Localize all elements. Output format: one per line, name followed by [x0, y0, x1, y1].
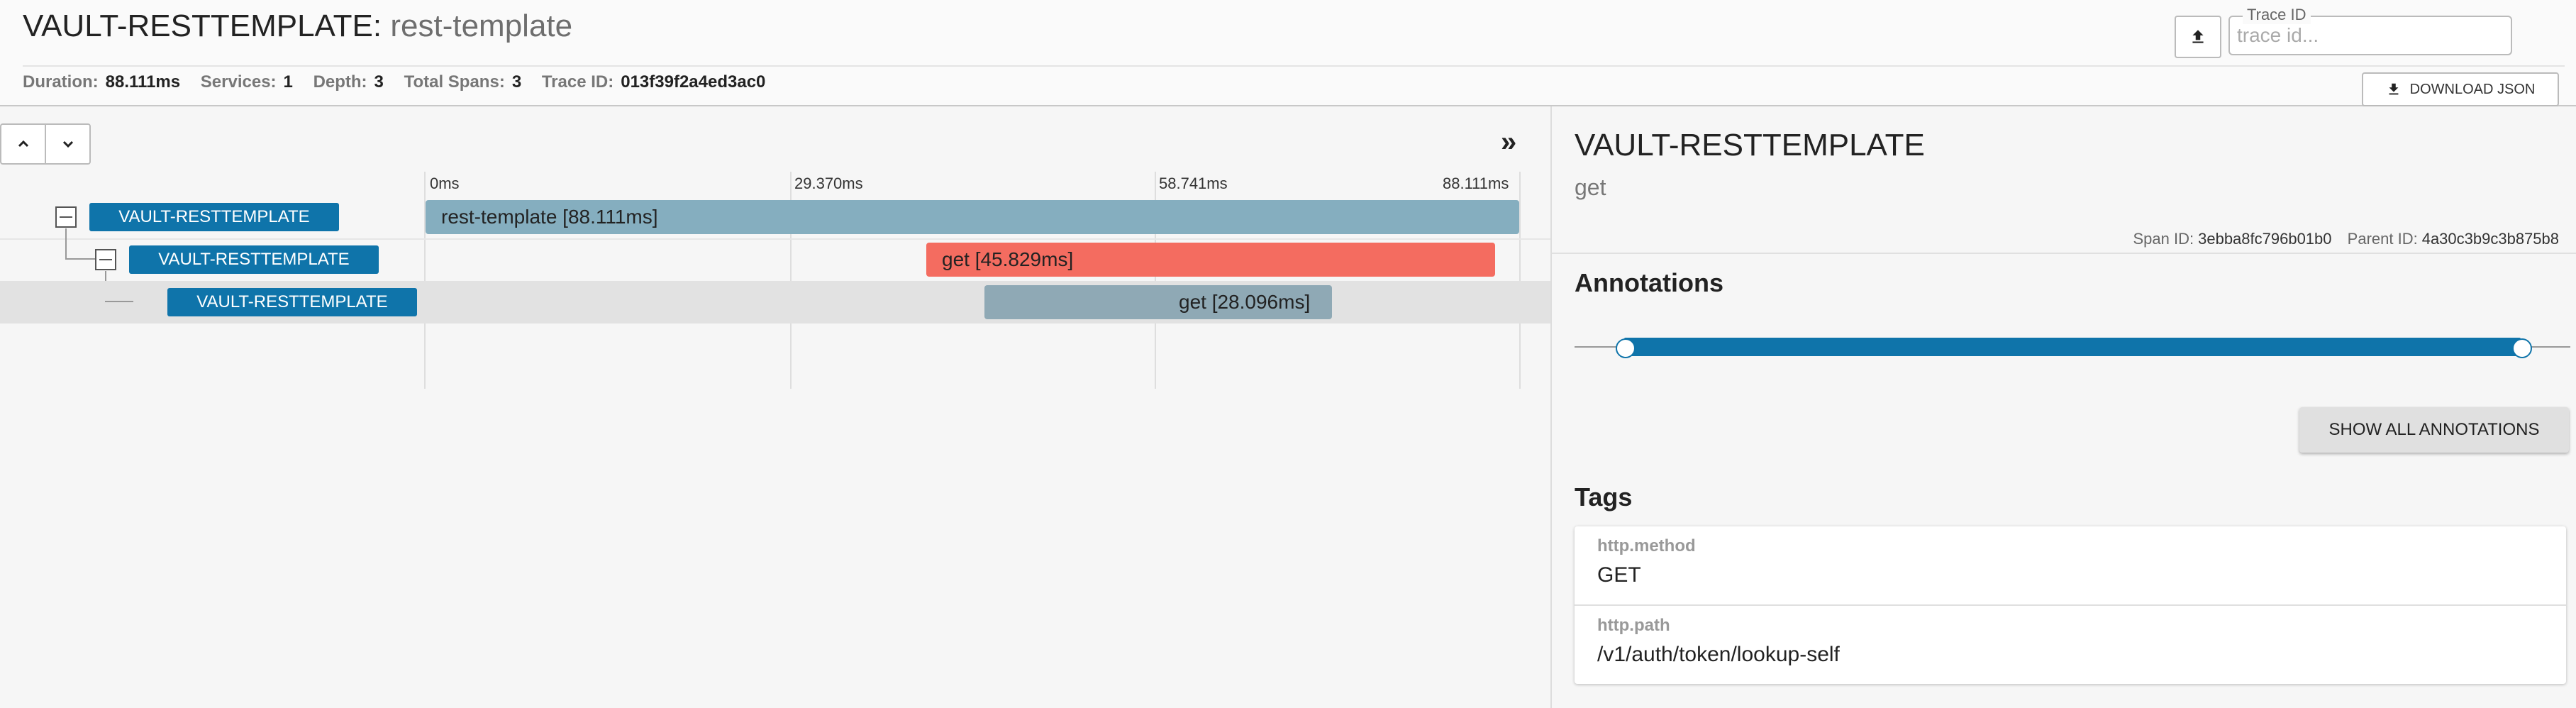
tag-key: http.path	[1597, 616, 1670, 635]
collapse-toggle[interactable]	[95, 249, 116, 270]
trace-stats: Duration: 88.111ms Services: 1 Depth: 3 Tot…	[23, 72, 781, 92]
tags-heading: Tags	[1575, 482, 1633, 511]
tree-connector	[65, 258, 95, 260]
span-id-value: 3ebba8fc796b01b0	[2198, 230, 2332, 248]
detail-divider	[1552, 253, 2576, 254]
tag-value: GET	[1597, 563, 1641, 587]
service-badge: VAULT-RESTTEMPLATE	[129, 245, 379, 274]
expand-panel-button[interactable]: »	[1501, 128, 1516, 156]
timeline-pane: » 0ms 29.370ms 58.741ms 88.111ms VAULT-R…	[0, 106, 1550, 708]
tag-row: http.path /v1/auth/token/lookup-self	[1575, 604, 2566, 684]
span-row[interactable]: VAULT-RESTTEMPLATE get [45.829ms]	[0, 238, 1550, 299]
collapse-toggle[interactable]	[55, 206, 77, 228]
upload-button[interactable]	[2175, 16, 2221, 58]
duration-label: Duration:	[23, 72, 99, 92]
previous-span-button[interactable]	[1, 125, 45, 163]
double-chevron-right-icon: »	[1501, 126, 1517, 157]
annotation-slider-end-handle[interactable]	[2512, 338, 2532, 358]
download-json-label: DOWNLOAD JSON	[2409, 81, 2536, 97]
tag-key: http.method	[1597, 536, 1696, 555]
tick-label: 88.111ms	[1443, 175, 1509, 192]
annotations-heading: Annotations	[1575, 268, 1723, 297]
tag-value: /v1/auth/token/lookup-self	[1597, 643, 1840, 666]
depth-value: 3	[374, 72, 384, 92]
next-span-button[interactable]	[45, 125, 89, 163]
span-nav-buttons	[0, 123, 91, 165]
annotation-slider-start-handle[interactable]	[1616, 338, 1636, 358]
span-bar[interactable]: rest-template [88.111ms]	[426, 200, 1519, 234]
tick-label: 29.370ms	[794, 175, 863, 192]
title-span-name: rest-template	[390, 9, 573, 43]
span-row[interactable]: VAULT-RESTTEMPLATE get [28.096ms]	[0, 281, 1550, 323]
tag-row: http.method GET	[1575, 526, 2566, 604]
span-bar[interactable]: get [28.096ms]	[984, 285, 1332, 319]
trace-header: VAULT-RESTTEMPLATE: rest-template Trace …	[0, 0, 2576, 106]
annotation-slider-range[interactable]	[1624, 338, 2521, 356]
header-divider	[23, 65, 2565, 67]
download-json-button[interactable]: DOWNLOAD JSON	[2362, 72, 2559, 106]
chevron-up-icon	[18, 140, 28, 148]
title-separator: :	[372, 9, 382, 43]
show-all-annotations-button[interactable]: SHOW ALL ANNOTATIONS	[2299, 407, 2569, 453]
title-service-name: VAULT-RESTTEMPLATE	[23, 9, 373, 43]
upload-icon	[2192, 30, 2204, 43]
total-spans-label: Total Spans:	[404, 72, 505, 92]
span-detail-pane: VAULT-RESTTEMPLATE get Span ID: 3ebba8fc7…	[1550, 106, 2576, 708]
duration-value: 88.111ms	[105, 72, 181, 92]
service-badge: VAULT-RESTTEMPLATE	[89, 203, 339, 231]
tick-label: 0ms	[430, 175, 460, 192]
detail-span-name: get	[1575, 175, 1606, 200]
parent-id-label: Parent ID:	[2347, 230, 2418, 248]
tree-connector	[105, 301, 133, 302]
detail-service-name: VAULT-RESTTEMPLATE	[1575, 128, 1925, 162]
total-spans-value: 3	[511, 72, 522, 92]
depth-label: Depth:	[313, 72, 367, 92]
services-label: Services:	[200, 72, 277, 92]
span-id-label: Span ID:	[2133, 230, 2194, 248]
trace-id-value: 013f39f2a4ed3ac0	[621, 72, 766, 92]
chevron-down-icon	[62, 140, 73, 148]
tags-table: http.method GET http.path /v1/auth/token…	[1575, 526, 2566, 684]
trace-id-input[interactable]	[2236, 21, 2501, 50]
trace-id-field[interactable]: Trace ID	[2228, 6, 2512, 55]
trace-id-label: Trace ID:	[541, 72, 614, 92]
parent-id-value: 4a30c3b9c3b875b8	[2421, 230, 2559, 248]
services-value: 1	[283, 72, 293, 92]
span-row[interactable]: VAULT-RESTTEMPLATE rest-template [88.111…	[0, 196, 1550, 258]
tick-label: 58.741ms	[1159, 175, 1228, 192]
span-bar[interactable]: get [45.829ms]	[926, 243, 1495, 277]
service-badge: VAULT-RESTTEMPLATE	[167, 288, 417, 316]
download-icon	[2389, 83, 2399, 95]
page-title: VAULT-RESTTEMPLATE: rest-template	[23, 9, 572, 44]
span-ids: Span ID: 3ebba8fc796b01b0 Parent ID: 4a30c…	[2133, 230, 2560, 248]
